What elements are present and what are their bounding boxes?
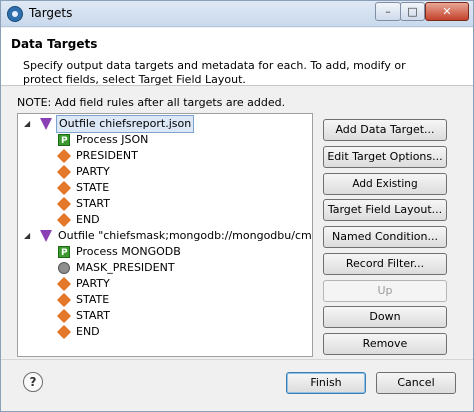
field-icon — [56, 292, 72, 308]
mask-icon — [58, 262, 70, 274]
tree-item-label: START — [76, 197, 110, 210]
field-icon — [56, 196, 72, 212]
collapse-arrow-icon[interactable]: ◢ — [24, 232, 32, 240]
tree-item-target[interactable]: ◢ Outfile "chiefsmask;mongodb://mongodbu… — [18, 228, 312, 244]
close-button[interactable]: ✕ — [425, 2, 469, 21]
target-icon — [40, 230, 52, 242]
cancel-button[interactable]: Cancel — [376, 372, 456, 394]
remove-button[interactable]: Remove — [323, 333, 447, 355]
up-button[interactable]: Up — [323, 280, 447, 302]
process-icon — [58, 133, 70, 149]
note-text: NOTE: Add field rules after all targets … — [17, 96, 286, 109]
maximize-button[interactable]: □ — [400, 2, 425, 21]
process-icon — [58, 245, 70, 261]
field-icon — [56, 148, 72, 164]
tree-item-label: STATE — [76, 293, 110, 306]
minimize-button[interactable]: – — [375, 2, 401, 21]
tree-item-label: Process JSON — [76, 133, 149, 146]
tree-item-label: START — [76, 309, 110, 322]
tree-item-label: PARTY — [76, 165, 110, 178]
field-icon — [56, 324, 72, 340]
down-button[interactable]: Down — [323, 306, 447, 328]
header-title: Data Targets — [11, 37, 98, 51]
window-title: Targets — [29, 6, 73, 20]
footer-divider — [1, 359, 473, 360]
tree-item-label: PARTY — [76, 277, 110, 290]
header-description: Specify output data targets and metadata… — [23, 59, 406, 86]
tree-item-label: Outfile chiefsreport.json — [56, 115, 195, 133]
targets-tree[interactable]: ◢ Outfile chiefsreport.json Process JSON… — [17, 113, 313, 357]
tree-item-label: END — [76, 325, 100, 338]
targets-dialog: Targets – □ ✕ Data Targets Specify outpu… — [0, 0, 474, 412]
add-data-target-button[interactable]: Add Data Target... — [323, 119, 447, 141]
tree-item-label: PRESIDENT — [76, 149, 138, 162]
title-bar[interactable]: Targets – □ ✕ — [1, 1, 473, 27]
field-icon — [56, 164, 72, 180]
record-filter-button[interactable]: Record Filter... — [323, 253, 447, 275]
add-existing-metadata-button[interactable]: Add Existing Metadata... — [323, 173, 447, 210]
field-icon — [56, 276, 72, 292]
finish-button[interactable]: Finish — [286, 372, 366, 394]
dialog-header: Data Targets Specify output data targets… — [1, 28, 473, 86]
tree-item-label: END — [76, 213, 100, 226]
tree-item-label: MASK_PRESIDENT — [76, 261, 175, 274]
app-icon — [7, 6, 23, 22]
tree-item-label: Outfile "chiefsmask;mongodb://mongodbu/c… — [58, 229, 313, 242]
field-icon — [56, 308, 72, 324]
target-field-layout-button[interactable]: Target Field Layout... — [323, 199, 447, 221]
field-icon — [56, 212, 72, 228]
collapse-arrow-icon[interactable]: ◢ — [24, 120, 32, 128]
tree-item-target[interactable]: ◢ Outfile chiefsreport.json — [18, 115, 312, 133]
field-icon — [56, 180, 72, 196]
help-icon[interactable]: ? — [23, 372, 43, 392]
edit-target-options-button[interactable]: Edit Target Options... — [323, 146, 447, 168]
tree-item-label: STATE — [76, 181, 110, 194]
named-condition-button[interactable]: Named Condition... — [323, 226, 447, 248]
tree-item-label: Process MONGODB — [76, 245, 181, 258]
target-icon — [40, 118, 52, 130]
